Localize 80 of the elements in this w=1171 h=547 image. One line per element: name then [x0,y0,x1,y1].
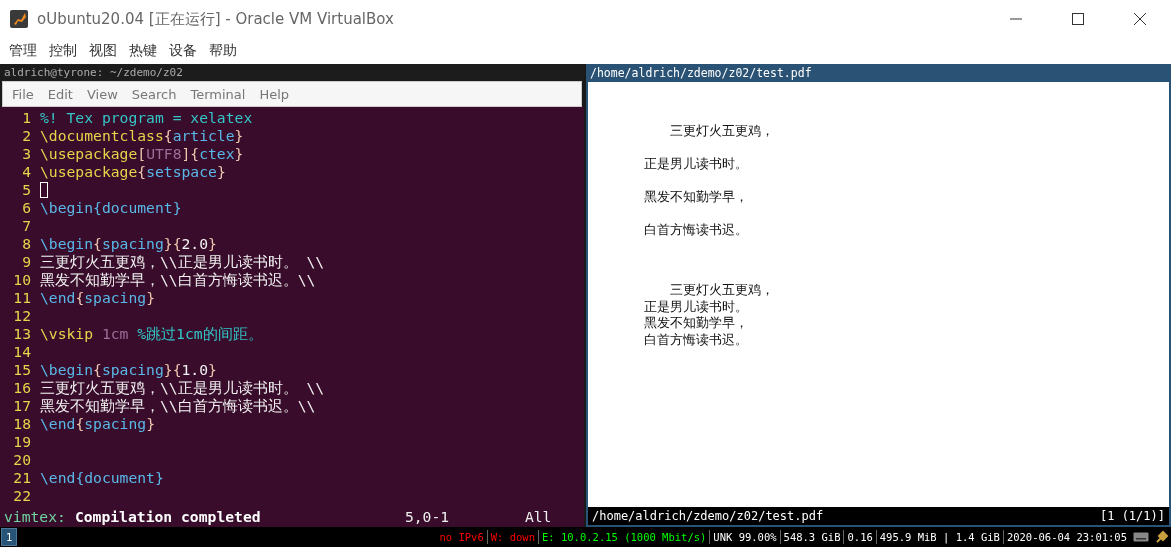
document-line: 正是男儿读书时。 [644,298,749,315]
line-number: 19 [12,433,32,451]
code-line: \end{spacing} [40,415,155,433]
maximize-icon[interactable] [1071,12,1085,26]
code-line: \usepackage[UTF8]{ctex} [40,145,244,163]
menu-item[interactable]: 帮助 [209,42,237,60]
menu-item[interactable]: 管理 [9,42,37,60]
text-cursor [40,182,48,198]
menu-item[interactable]: Edit [47,86,73,102]
code-line: \usepackage{setspace} [40,163,226,181]
app-logo-icon [9,9,29,29]
code-line: 三更灯火五更鸡，\\正是男儿读书时。 \\ [40,379,325,397]
line-number: 1 [21,109,32,127]
line-number: 3 [21,145,32,163]
document-line: 白首方悔读书迟。 [644,221,749,238]
line-number: 21 [12,469,32,487]
workspace-button[interactable]: 1 [1,528,18,546]
menu-item[interactable]: Terminal [190,86,246,102]
code-line: \begin{spacing}{1.0} [40,361,217,379]
document-line: 黑发不知勤学早， [644,315,749,332]
line-number: 2 [21,127,32,145]
scroll-position: All [524,507,552,525]
line-number: 6 [21,199,32,217]
menu-item[interactable]: File [12,86,34,102]
menu-item[interactable]: 视图 [89,42,117,60]
code-line: \documentclass{article} [40,127,244,145]
menu-item[interactable]: Help [259,86,290,102]
keyboard-icon [1133,531,1149,543]
line-number: 22 [12,487,32,505]
line-number: 16 [12,379,32,397]
menu-item[interactable]: Search [131,86,177,102]
line-number: 12 [12,307,32,325]
network-plug-icon [1155,530,1169,544]
line-number: 20 [12,451,32,469]
status-item: 2020-06-04 23:01:05 [1006,531,1127,543]
status-item: 495.9 MiB | 1.4 GiB [879,531,1000,543]
status-item: E: 10.0.2.15 (1000 Mbit/s) [542,531,707,543]
code-line: \vskip 1cm %跳过1cm的间距。 [40,325,263,343]
cursor-position: 5,0-1 [404,507,451,525]
window-title: oUbuntu20.04 [正在运行] - Oracle VM VirtualBox [37,9,394,29]
line-number: 8 [21,235,32,253]
status-message: Compilation completed [74,507,262,525]
file-path: /home/aldrich/zdemo/z02/test.pdf [592,508,824,525]
line-number: 18 [12,415,32,433]
line-number: 11 [12,289,32,307]
code-line: \begin{document} [40,199,182,217]
line-number: 17 [12,397,32,415]
document-line: 正是男儿读书时。 [644,155,749,172]
menu-item[interactable]: View [86,86,118,102]
code-line: \end{document} [40,469,164,487]
status-item: 0.16 [847,531,873,543]
document-line: 白首方悔读书迟。 [644,331,749,348]
status-item: 548.3 GiB [783,531,841,543]
menu-item[interactable]: 控制 [49,42,77,60]
line-number: 4 [21,163,32,181]
document-line: 三更灯火五更鸡， [669,282,775,299]
menu-item[interactable]: 热键 [129,42,157,60]
line-number: 9 [21,253,32,271]
plugin-label: vimtex: [4,507,66,525]
line-number: 7 [21,217,32,235]
status-item: UNK 99.00% [713,531,777,543]
line-number: 14 [12,343,32,361]
line-number: 5 [21,181,32,199]
viewer-title: /home/aldrich/zdemo/z02/test.pdf [588,64,1169,82]
document-line: 黑发不知勤学早， [644,188,749,205]
code-line: \begin{spacing}{2.0} [40,235,217,253]
code-line: 黑发不知勤学早，\\白首方悔读书迟。\\ [40,397,316,415]
code-line: \end{spacing} [40,289,155,307]
status-item: no IPv6 [439,531,484,543]
line-number: 13 [12,325,32,343]
close-icon[interactable] [1133,12,1147,26]
code-line: 三更灯火五更鸡，\\正是男儿读书时。 \\ [40,253,325,271]
status-item: W: down [490,531,535,543]
page-indicator: [1 (1/1)] [1099,508,1165,525]
code-line: %! Tex program = xelatex [40,109,253,127]
code-line: 黑发不知勤学早，\\白首方悔读书迟。\\ [40,271,316,289]
line-number: 15 [12,361,32,379]
document-line: 三更灯火五更鸡， [669,122,775,139]
line-number: 10 [12,271,32,289]
menu-item[interactable]: 设备 [169,42,197,60]
